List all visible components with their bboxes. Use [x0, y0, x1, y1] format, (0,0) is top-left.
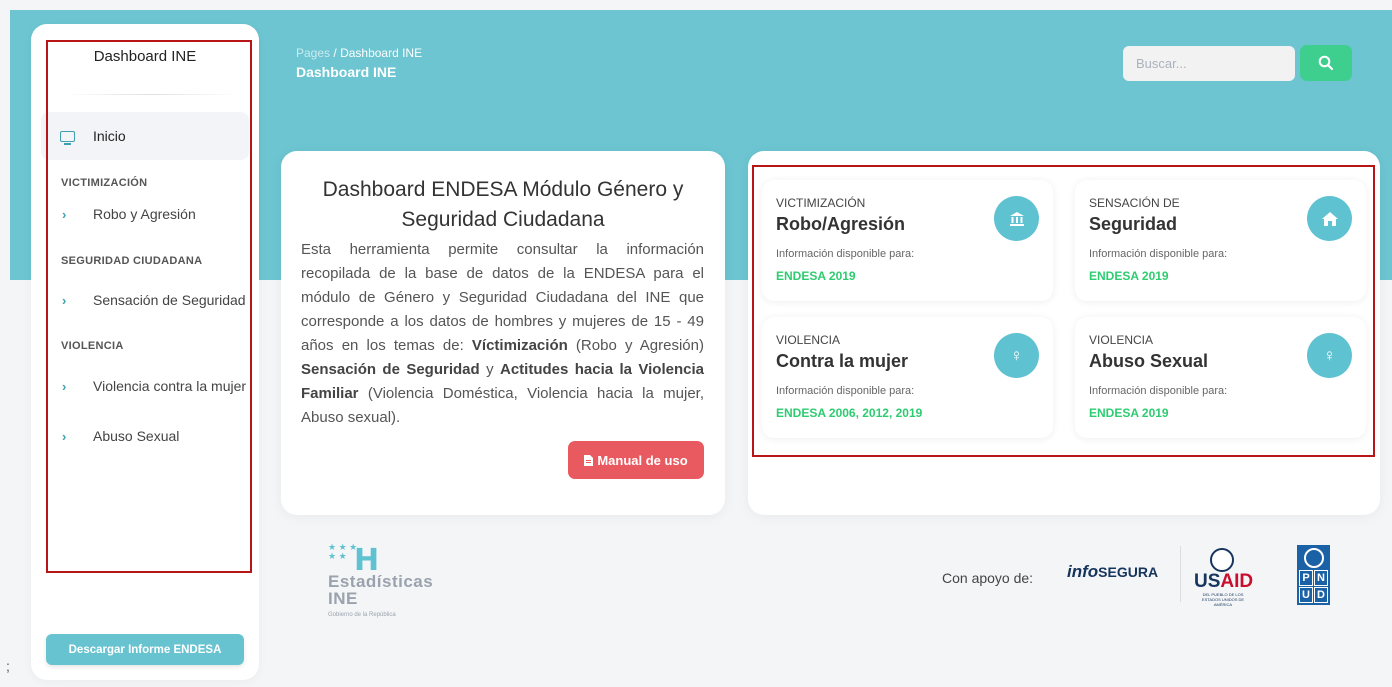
stat-title: Seguridad [1089, 214, 1178, 234]
stats-panel: VICTIMIZACIÓN Robo/Agresión Información … [748, 151, 1380, 515]
pnud-logo: P N U D [1297, 545, 1330, 605]
bank-icon [994, 196, 1039, 241]
search-input[interactable] [1123, 46, 1295, 81]
pnud-letter: U [1299, 587, 1313, 603]
pnud-letters: P N U D [1297, 570, 1330, 603]
chevron-right-icon: › [62, 428, 67, 444]
sidebar-item-label: Robo y Agresión [93, 206, 196, 222]
stat-years: ENDESA 2019 [1089, 269, 1169, 283]
infosegura-suffix: SEGURA [1098, 564, 1159, 580]
file-icon [584, 454, 594, 466]
breadcrumb-separator: / [333, 46, 337, 60]
usaid-us: US [1194, 571, 1221, 592]
stat-info: Información disponible para: [776, 248, 915, 260]
sidebar: Dashboard INE Inicio VICTIMIZACIÓN › Rob… [31, 24, 259, 680]
stat-years: ENDESA 2006, 2012, 2019 [776, 406, 923, 420]
stat-years: ENDESA 2019 [1089, 406, 1169, 420]
sidebar-item-label: Inicio [93, 128, 126, 144]
sidebar-item-label: Violencia contra la mujer [93, 378, 247, 394]
female-icon: ♀ [1307, 333, 1352, 378]
infosegura-logo: infoSEGURA [1067, 562, 1158, 582]
sidebar-section-victimizacion: VICTIMIZACIÓN [61, 177, 148, 189]
info-card-body: Esta herramienta permite consultar la in… [301, 238, 704, 430]
sidebar-item-robo[interactable]: › Robo y Agresión [31, 199, 259, 229]
pnud-letter: P [1299, 570, 1313, 586]
pnud-letter: N [1314, 570, 1328, 586]
stray-text: ; [6, 658, 10, 674]
download-report-button[interactable]: Descargar Informe ENDESA [46, 634, 244, 665]
chevron-right-icon: › [62, 206, 67, 222]
stat-info: Información disponible para: [1089, 385, 1228, 397]
infosegura-prefix: info [1067, 562, 1099, 581]
ine-logo-line2: INE [328, 589, 358, 608]
stat-card-contra-mujer[interactable]: VIOLENCIA Contra la mujer Información di… [762, 317, 1053, 438]
stat-category: VIOLENCIA [776, 333, 841, 347]
breadcrumb: Pages / Dashboard INE [296, 46, 422, 60]
body-bold-victimizacion: Víctimización [471, 337, 568, 354]
stat-card-robo[interactable]: VICTIMIZACIÓN Robo/Agresión Información … [762, 180, 1053, 301]
monitor-icon [60, 130, 75, 145]
breadcrumb-root[interactable]: Pages [296, 46, 330, 60]
manual-button[interactable]: Manual de uso [568, 441, 704, 479]
manual-button-label: Manual de uso [597, 452, 688, 468]
sidebar-section-violencia: VIOLENCIA [61, 340, 124, 352]
info-card-title: Dashboard ENDESA Módulo Género y Segurid… [322, 178, 684, 231]
sidebar-divider [63, 94, 238, 95]
stat-info: Información disponible para: [776, 385, 915, 397]
stat-info: Información disponible para: [1089, 248, 1228, 260]
body-text: (Violencia Doméstica, Violencia hacia la… [301, 385, 704, 426]
sidebar-title[interactable]: Dashboard INE [31, 48, 259, 65]
usaid-subtitle: DEL PUEBLO DE LOS ESTADOS UNIDOS DE AMÉR… [1201, 592, 1245, 607]
breadcrumb-current: Dashboard INE [340, 46, 423, 60]
female-icon: ♀ [994, 333, 1039, 378]
sidebar-item-sensacion[interactable]: › Sensación de Seguridad [31, 285, 259, 315]
stat-title: Abuso Sexual [1089, 351, 1209, 371]
logo-divider [1180, 546, 1181, 602]
ine-logo-subtitle: Gobierno de la República [328, 612, 396, 618]
sidebar-item-label: Sensación de Seguridad [93, 292, 246, 308]
stat-title: Contra la mujer [776, 351, 909, 371]
stat-category: VIOLENCIA [1089, 333, 1154, 347]
body-text: y [479, 361, 500, 378]
sidebar-section-seguridad: SEGURIDAD CIUDADANA [61, 255, 203, 267]
page-title: Dashboard INE [296, 64, 397, 80]
search-icon [1318, 55, 1334, 71]
stat-card-abuso[interactable]: VIOLENCIA Abuso Sexual Información dispo… [1075, 317, 1366, 438]
stars-icon: ★ ★ ★ ★ ★ [328, 542, 358, 561]
search-button[interactable] [1300, 45, 1352, 81]
sidebar-item-abuso[interactable]: › Abuso Sexual [31, 421, 259, 451]
pnud-letter: D [1314, 587, 1328, 603]
chevron-right-icon: › [62, 378, 67, 394]
home-icon [1307, 196, 1352, 241]
usaid-aid: AID [1220, 571, 1254, 592]
sidebar-item-inicio[interactable]: Inicio [31, 121, 259, 151]
usaid-wordmark: USAID [1194, 571, 1254, 592]
usaid-logo: USAID DEL PUEBLO DE LOS ESTADOS UNIDOS D… [1194, 548, 1254, 607]
sidebar-item-violencia-mujer[interactable]: › Violencia contra la mujer [31, 371, 259, 401]
ine-logo-name: Estadísticas INE [328, 573, 433, 607]
stat-category: SENSACIÓN DE [1089, 196, 1180, 210]
body-text: (Robo y Agresión) [567, 337, 704, 354]
ine-logo: ★ ★ ★ ★ ★ H Estadísticas INE Gobierno de … [328, 542, 433, 619]
support-label: Con apoyo de: [942, 570, 1034, 586]
stat-title: Robo/Agresión [776, 214, 905, 234]
chevron-right-icon: › [62, 292, 67, 308]
stat-years: ENDESA 2019 [776, 269, 856, 283]
stat-card-seguridad[interactable]: SENSACIÓN DE Seguridad Información dispo… [1075, 180, 1366, 301]
stat-category: VICTIMIZACIÓN [776, 196, 866, 210]
info-card: Dashboard ENDESA Módulo Género y Segurid… [281, 151, 725, 515]
un-globe-icon [1303, 548, 1324, 568]
body-bold-sensacion: Sensación de Seguridad [301, 361, 480, 378]
sidebar-item-label: Abuso Sexual [93, 428, 180, 444]
usaid-seal-icon [1210, 548, 1234, 572]
